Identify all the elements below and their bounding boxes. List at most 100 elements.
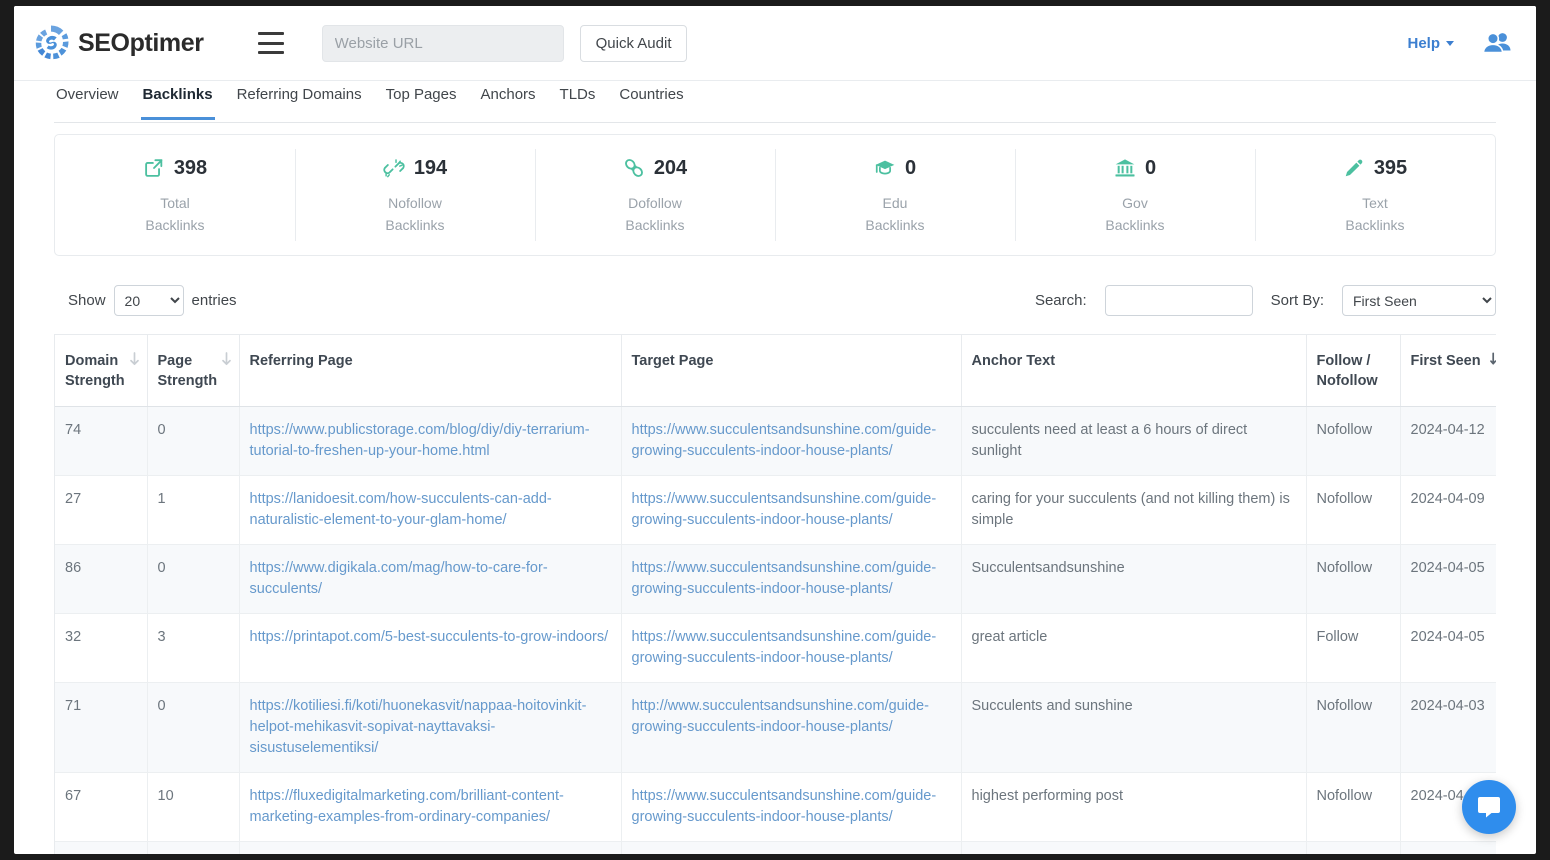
referring-page-link[interactable]: https://www.digikala.com/mag/how-to-care… [250,560,548,597]
external-link-icon [143,157,165,179]
col-header-line1: First Seen [1411,351,1481,371]
top-bar-right-group: Help [1407,31,1512,55]
cell-first-seen: 2024-04-05 [1400,544,1496,613]
help-menu[interactable]: Help [1407,35,1454,52]
col-header-text: Page Strength [158,351,218,392]
cell-domain-strength: 74 [55,406,147,475]
stat-nofollow-backlinks: 194 Nofollow Backlinks [295,135,535,255]
target-page-link[interactable]: https://www.succulentsandsunshine.com/gu… [632,629,937,666]
col-header-line1: Anchor Text [972,353,1056,369]
brand-logo[interactable]: SEOptimer [30,6,204,80]
cell-page-strength: 0 [147,841,239,854]
stat-total-backlinks: 398 Total Backlinks [55,135,295,255]
col-header-follow-nofollow: Follow / Nofollow [1306,335,1400,406]
cell-referring-page[interactable]: https://www.publicstorage.com/blog/diy/d… [239,406,621,475]
col-header-line1: Follow / [1317,353,1371,369]
cell-referring-page[interactable]: https://printapot.com/5-best-succulents-… [239,613,621,682]
stat-label: Total Backlinks [145,193,204,236]
cell-target-page[interactable]: https://www.succulentsandsunshine.com/gu… [621,772,961,841]
cell-first-seen: 2024-04-12 [1400,406,1496,475]
gear-swirl-logo-icon [30,22,72,64]
stat-label-line2: Backlinks [1105,215,1164,237]
stat-value: 0 [905,157,916,180]
stat-dofollow-backlinks: 204 Dofollow Backlinks [535,135,775,255]
cell-target-page[interactable]: https://www.succulentsandsunshine.com/gu… [621,841,961,854]
target-page-link[interactable]: https://www.succulentsandsunshine.com/gu… [632,788,937,825]
col-header-first-seen[interactable]: First Seen [1400,335,1496,406]
stat-label-line2: Backlinks [865,215,924,237]
cell-domain-strength: 27 [55,475,147,544]
target-page-link[interactable]: https://www.succulentsandsunshine.com/gu… [632,491,937,528]
stat-text-backlinks: 395 Text Backlinks [1255,135,1495,255]
cell-anchor-text: indirect sunlight [961,841,1306,854]
stat-label-line1: Nofollow [385,193,444,215]
hamburger-bar [258,42,284,45]
tab-anchors[interactable]: Anchors [479,85,538,120]
tab-countries[interactable]: Countries [617,85,685,120]
cell-anchor-text: caring for your succulents (and not kill… [961,475,1306,544]
tab-backlinks[interactable]: Backlinks [141,85,215,120]
show-label: Show [68,292,106,309]
search-and-sort-group: Search: Sort By: First SeenLast CheckedD… [1035,285,1496,316]
col-header-line1: Page [158,353,193,369]
tab-referring-domains[interactable]: Referring Domains [235,85,364,120]
cell-referring-page[interactable]: https://kotiliesi.fi/koti/huonekasvit/na… [239,682,621,772]
hamburger-menu-icon[interactable] [258,32,284,54]
sort-by-select[interactable]: First SeenLast CheckedDomain StrengthPag… [1342,285,1496,316]
backlink-summary-panel: 398 Total Backlinks 194 [54,134,1496,256]
chevron-down-icon [1446,41,1454,46]
cell-target-page[interactable]: https://www.succulentsandsunshine.com/gu… [621,613,961,682]
quick-audit-button[interactable]: Quick Audit [580,25,688,62]
cell-anchor-text: great article [961,613,1306,682]
cell-target-page[interactable]: https://www.succulentsandsunshine.com/gu… [621,544,961,613]
sort-active-descending-icon[interactable] [1490,352,1497,366]
stat-edu-backlinks: 0 Edu Backlinks [775,135,1015,255]
target-page-link[interactable]: http://www.succulentsandsunshine.com/gui… [632,698,929,735]
stat-label-line1: Gov [1105,193,1164,215]
sort-descending-icon[interactable] [129,352,140,366]
show-entries-select[interactable]: 102050100 [114,285,184,316]
table-row: 6710https://fluxedigitalmarketing.com/br… [55,772,1496,841]
chat-launcher-button[interactable] [1462,780,1516,834]
cell-page-strength: 0 [147,544,239,613]
stat-label: Nofollow Backlinks [385,193,444,236]
cell-referring-page[interactable]: https://fluxedigitalmarketing.com/brilli… [239,772,621,841]
referring-page-link[interactable]: https://www.publicstorage.com/blog/diy/d… [250,422,590,459]
tab-top-pages[interactable]: Top Pages [384,85,459,120]
search-input[interactable] [1105,285,1253,316]
table-controls: Show 102050100 entries Search: Sort By: … [54,281,1496,321]
entries-label: entries [192,292,237,309]
sort-descending-icon[interactable] [221,352,232,366]
app-page: SEOptimer Quick Audit Help [14,6,1536,854]
cell-referring-page[interactable]: https://lanidoesit.com/how-succulents-ca… [239,475,621,544]
col-header-domain-strength[interactable]: Domain Strength [55,335,147,406]
cell-referring-page[interactable]: https://www.digikala.com/mag/how-to-care… [239,544,621,613]
tab-overview[interactable]: Overview [54,85,121,120]
referring-page-link[interactable]: https://lanidoesit.com/how-succulents-ca… [250,491,552,528]
cell-page-strength: 10 [147,772,239,841]
table-row: 500https://potentash.com/2019/02/12/take… [55,841,1496,854]
cell-first-seen: 2024-04-09 [1400,475,1496,544]
cell-referring-page[interactable]: https://potentash.com/2019/02/12/take-ca… [239,841,621,854]
users-group-icon[interactable] [1482,31,1512,55]
cell-target-page[interactable]: https://www.succulentsandsunshine.com/gu… [621,475,961,544]
cell-target-page[interactable]: https://www.succulentsandsunshine.com/gu… [621,406,961,475]
stat-label-line1: Dofollow [625,193,684,215]
cell-target-page[interactable]: http://www.succulentsandsunshine.com/gui… [621,682,961,772]
referring-page-link[interactable]: https://fluxedigitalmarketing.com/brilli… [250,788,564,825]
target-page-link[interactable]: https://www.succulentsandsunshine.com/gu… [632,560,937,597]
backlinks-table-scroll-area[interactable]: Domain Strength Page [54,334,1496,854]
cell-follow: Nofollow [1306,544,1400,613]
col-header-page-strength[interactable]: Page Strength [147,335,239,406]
target-page-link[interactable]: https://www.succulentsandsunshine.com/gu… [632,422,937,459]
stat-gov-backlinks: 0 Gov Backlinks [1015,135,1255,255]
cell-anchor-text: Succulents and sunshine [961,682,1306,772]
cell-first-seen: 2024-04-02 [1400,841,1496,854]
tab-tlds[interactable]: TLDs [558,85,598,120]
cell-page-strength: 1 [147,475,239,544]
stat-value-row: 0 [1114,153,1156,183]
referring-page-link[interactable]: https://printapot.com/5-best-succulents-… [250,629,609,645]
website-url-input[interactable] [322,25,564,62]
referring-page-link[interactable]: https://kotiliesi.fi/koti/huonekasvit/na… [250,698,587,756]
search-label: Search: [1035,292,1087,309]
